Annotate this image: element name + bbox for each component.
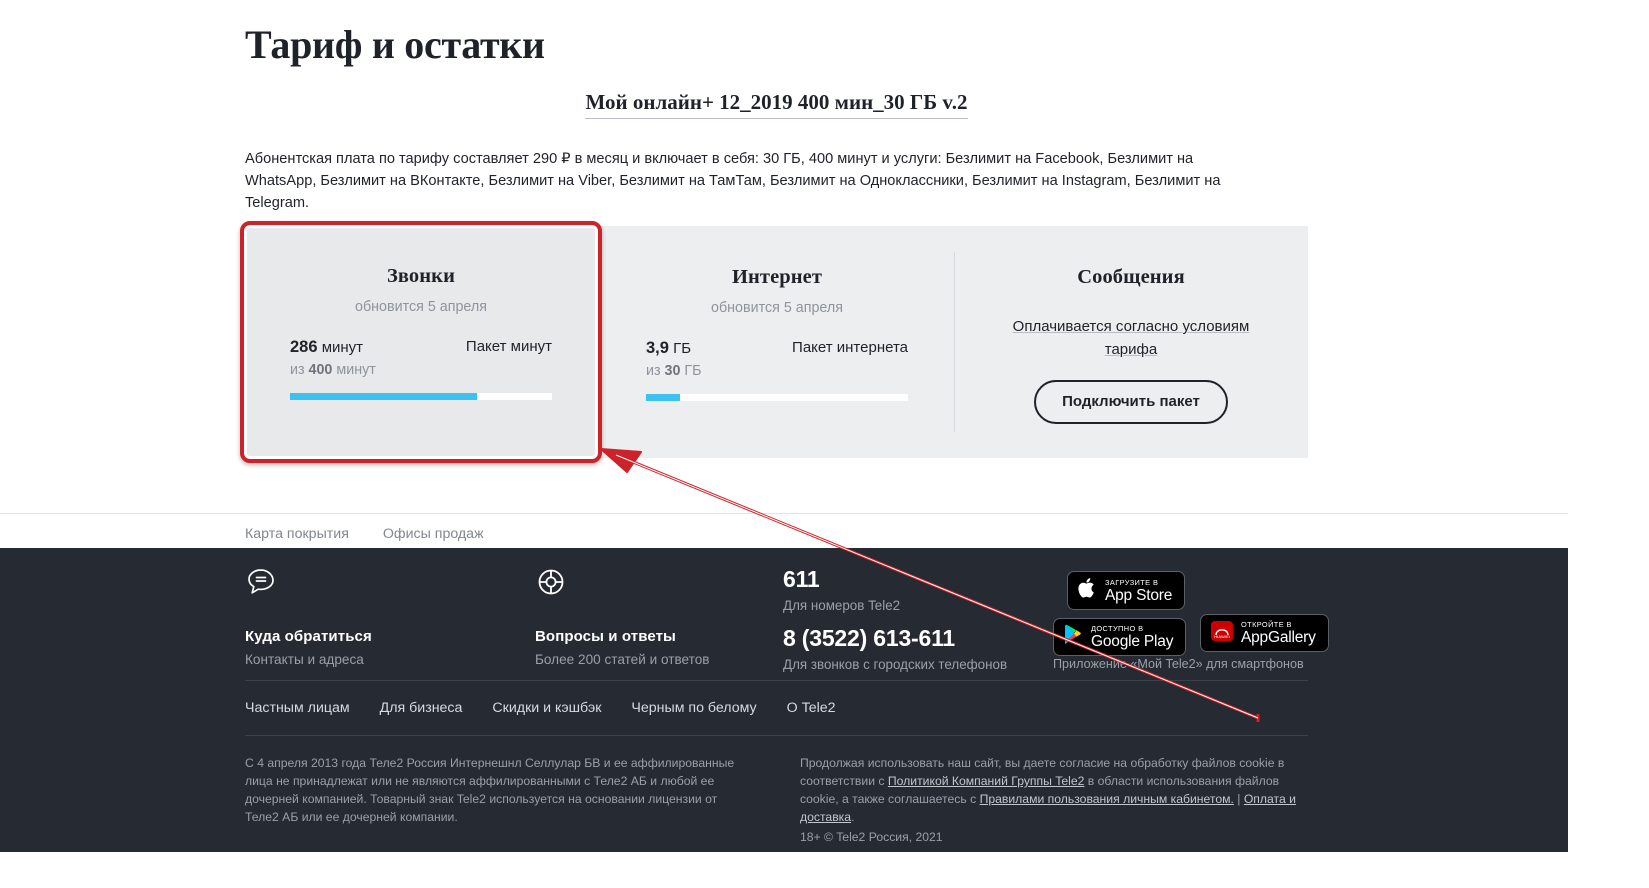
- footer-contact-subtitle: Контакты и адреса: [245, 652, 364, 667]
- footer-top-row: Куда обратиться Контакты и адреса Вопрос…: [245, 548, 1329, 680]
- card-calls-progress-track: [290, 393, 552, 400]
- google-play-line1: Доступно в: [1091, 624, 1144, 633]
- legal-right-sep: |: [1233, 792, 1244, 806]
- app-store-badge-labels: Загрузите в App Store: [1105, 578, 1172, 604]
- copyright-text: 18+ © Tele2 Россия, 2021: [800, 830, 943, 844]
- google-play-icon: [1064, 624, 1083, 650]
- page-title: Тариф и остатки: [245, 22, 545, 67]
- card-calls-total: из 400 минут: [290, 360, 376, 380]
- card-calls-progress-fill: [290, 393, 478, 400]
- footer-link-discounts[interactable]: Скидки и кэшбэк: [492, 700, 601, 716]
- card-calls[interactable]: Звонки обновится 5 апреля 286 минут из 4…: [240, 221, 602, 463]
- footer-faq-title: Вопросы и ответы: [535, 628, 676, 645]
- huawei-icon: HUAWEI: [1211, 620, 1233, 646]
- app-gallery-line2: AppGallery: [1241, 629, 1316, 646]
- footer-faq-block[interactable]: Вопросы и ответы Более 200 статей и отве…: [535, 566, 783, 680]
- screenshot-viewport: Тариф и остатки Мой онлайн+ 12_2019 400 …: [0, 0, 1649, 888]
- card-messages-title: Сообщения: [1077, 266, 1185, 288]
- footer-link-about[interactable]: О Tele2: [787, 700, 836, 716]
- card-calls-total-value: 400: [308, 362, 333, 378]
- card-internet-total-unit: ГБ: [684, 363, 702, 379]
- card-calls-used-value: 286: [290, 338, 318, 356]
- card-internet-used: 3,9 ГБ: [646, 338, 702, 359]
- footer-link-business[interactable]: Для бизнеса: [380, 700, 463, 716]
- svg-text:HUAWEI: HUAWEI: [1214, 634, 1230, 639]
- footer-link-private[interactable]: Частным лицам: [245, 700, 350, 716]
- prefooter-link-coverage-map[interactable]: Карта покрытия: [245, 526, 349, 542]
- footer-phones-block: 611 Для номеров Tele2 8 (3522) 613-611 Д…: [783, 566, 1053, 680]
- app-store-line1: Загрузите в: [1105, 577, 1159, 587]
- card-calls-used-unit: минут: [321, 339, 364, 356]
- card-calls-package-label: Пакет минут: [465, 338, 552, 355]
- card-internet-progress-fill: [646, 394, 681, 401]
- card-calls-subtitle: обновится 5 апреля: [355, 299, 487, 315]
- lifebuoy-icon: [535, 566, 783, 603]
- footer-phone-short-note: Для номеров Tele2: [783, 598, 901, 613]
- tariff-description: Абонентская плата по тарифу составляет 2…: [245, 151, 1221, 211]
- legal-right-text: Продолжая использовать наш сайт, вы дает…: [800, 754, 1305, 826]
- app-gallery-line1: Откройте в: [1241, 620, 1292, 629]
- google-play-badge[interactable]: Доступно в Google Play: [1053, 618, 1187, 656]
- prefooter-bar: Карта покрытия Офисы продаж: [0, 513, 1568, 548]
- card-messages[interactable]: Сообщения Оплачивается согласно условиям…: [954, 226, 1308, 458]
- apple-icon: [1078, 577, 1097, 604]
- card-messages-text-line1: Оплачивается согласно условиям: [1012, 318, 1250, 335]
- connect-package-button[interactable]: Подключить пакет: [1034, 380, 1228, 424]
- google-play-badge-labels: Доступно в Google Play: [1091, 624, 1173, 650]
- card-calls-used: 286 минут: [290, 337, 376, 358]
- footer-app-badges: Загрузите в App Store: [1053, 566, 1329, 680]
- legal-link-cookie-policy[interactable]: Политикой Компаний Группы Tele2: [888, 774, 1085, 788]
- legal-right-part3: .: [851, 810, 855, 824]
- card-internet-package-label: Пакет интернета: [792, 339, 908, 356]
- card-internet-total-prefix: из: [646, 363, 661, 379]
- footer-link-black-on-white[interactable]: Черным по белому: [631, 700, 756, 716]
- card-messages-text: Оплачивается согласно условиям тарифа: [1000, 315, 1262, 361]
- app-store-line2: App Store: [1105, 586, 1173, 604]
- card-calls-usage-values: 286 минут из 400 минут: [290, 337, 376, 380]
- footer-phone-short[interactable]: 611: [783, 566, 1053, 593]
- footer-nav-links: Частным лицам Для бизнеса Скидки и кэшбэ…: [245, 680, 1308, 716]
- footer-phone-full-note: Для звонков с городских телефонов: [783, 657, 1008, 672]
- legal-right-column: Продолжая использовать наш сайт, вы дает…: [800, 754, 1305, 844]
- app-badges-note: Приложение «Мой Tele2» для смартфонов: [1053, 657, 1304, 671]
- footer-contact-block[interactable]: Куда обратиться Контакты и адреса: [245, 566, 535, 680]
- card-internet-usage: 3,9 ГБ из 30 ГБ Пакет интернета: [646, 338, 908, 381]
- card-internet-usage-values: 3,9 ГБ из 30 ГБ: [646, 338, 702, 381]
- tariff-name-container: Мой онлайн+ 12_2019 400 мин_30 ГБ v.2: [245, 90, 1308, 119]
- legal-left-column: С 4 апреля 2013 года Теле2 Россия Интерн…: [245, 754, 750, 844]
- card-internet-title: Интернет: [731, 266, 823, 288]
- footer-faq-subtitle: Более 200 статей и ответов: [535, 652, 710, 667]
- prefooter-link-sales-offices[interactable]: Офисы продаж: [383, 526, 484, 542]
- footer-content: Куда обратиться Контакты и адреса Вопрос…: [245, 548, 1329, 844]
- card-internet-total: из 30 ГБ: [646, 361, 702, 381]
- page-light-section: Тариф и остатки Мой онлайн+ 12_2019 400 …: [0, 0, 1568, 512]
- app-gallery-badge-labels: Откройте в AppGallery: [1241, 620, 1316, 646]
- footer-contact-title: Куда обратиться: [245, 628, 372, 645]
- tele2-page: Тариф и остатки Мой онлайн+ 12_2019 400 …: [0, 0, 1568, 852]
- card-internet-subtitle: обновится 5 апреля: [711, 300, 843, 316]
- site-footer: Куда обратиться Контакты и адреса Вопрос…: [0, 548, 1568, 852]
- card-messages-text-line2: тарифа: [1104, 341, 1158, 358]
- prefooter-links: Карта покрытия Офисы продаж: [245, 526, 484, 542]
- legal-left-text: С 4 апреля 2013 года Теле2 Россия Интерн…: [245, 756, 735, 824]
- card-calls-title: Звонки: [386, 265, 456, 287]
- legal-link-account-rules[interactable]: Правилами пользования личным кабинетом.: [980, 792, 1234, 806]
- footer-legal: С 4 апреля 2013 года Теле2 Россия Интерн…: [245, 735, 1308, 844]
- chat-bubble-icon: [245, 566, 535, 603]
- app-store-badge[interactable]: Загрузите в App Store: [1067, 571, 1186, 610]
- card-internet-used-unit: ГБ: [673, 340, 692, 357]
- app-gallery-badge[interactable]: HUAWEI Откройте в AppGallery: [1200, 614, 1329, 652]
- card-internet-used-value: 3,9: [646, 339, 669, 357]
- tariff-name-link[interactable]: Мой онлайн+ 12_2019 400 мин_30 ГБ v.2: [585, 90, 968, 119]
- card-calls-total-unit: минут: [336, 362, 376, 378]
- card-internet-total-value: 30: [664, 363, 681, 379]
- google-play-line2: Google Play: [1091, 633, 1174, 650]
- footer-phone-full[interactable]: 8 (3522) 613-611: [783, 625, 1053, 652]
- card-calls-total-prefix: из: [290, 362, 305, 378]
- card-internet-progress-track: [646, 394, 908, 401]
- card-internet[interactable]: Интернет обновится 5 апреля 3,9 ГБ из 30: [600, 226, 954, 458]
- card-calls-usage: 286 минут из 400 минут Пакет минут: [290, 337, 552, 380]
- balance-cards: Звонки обновится 5 апреля 286 минут из 4…: [240, 221, 1308, 463]
